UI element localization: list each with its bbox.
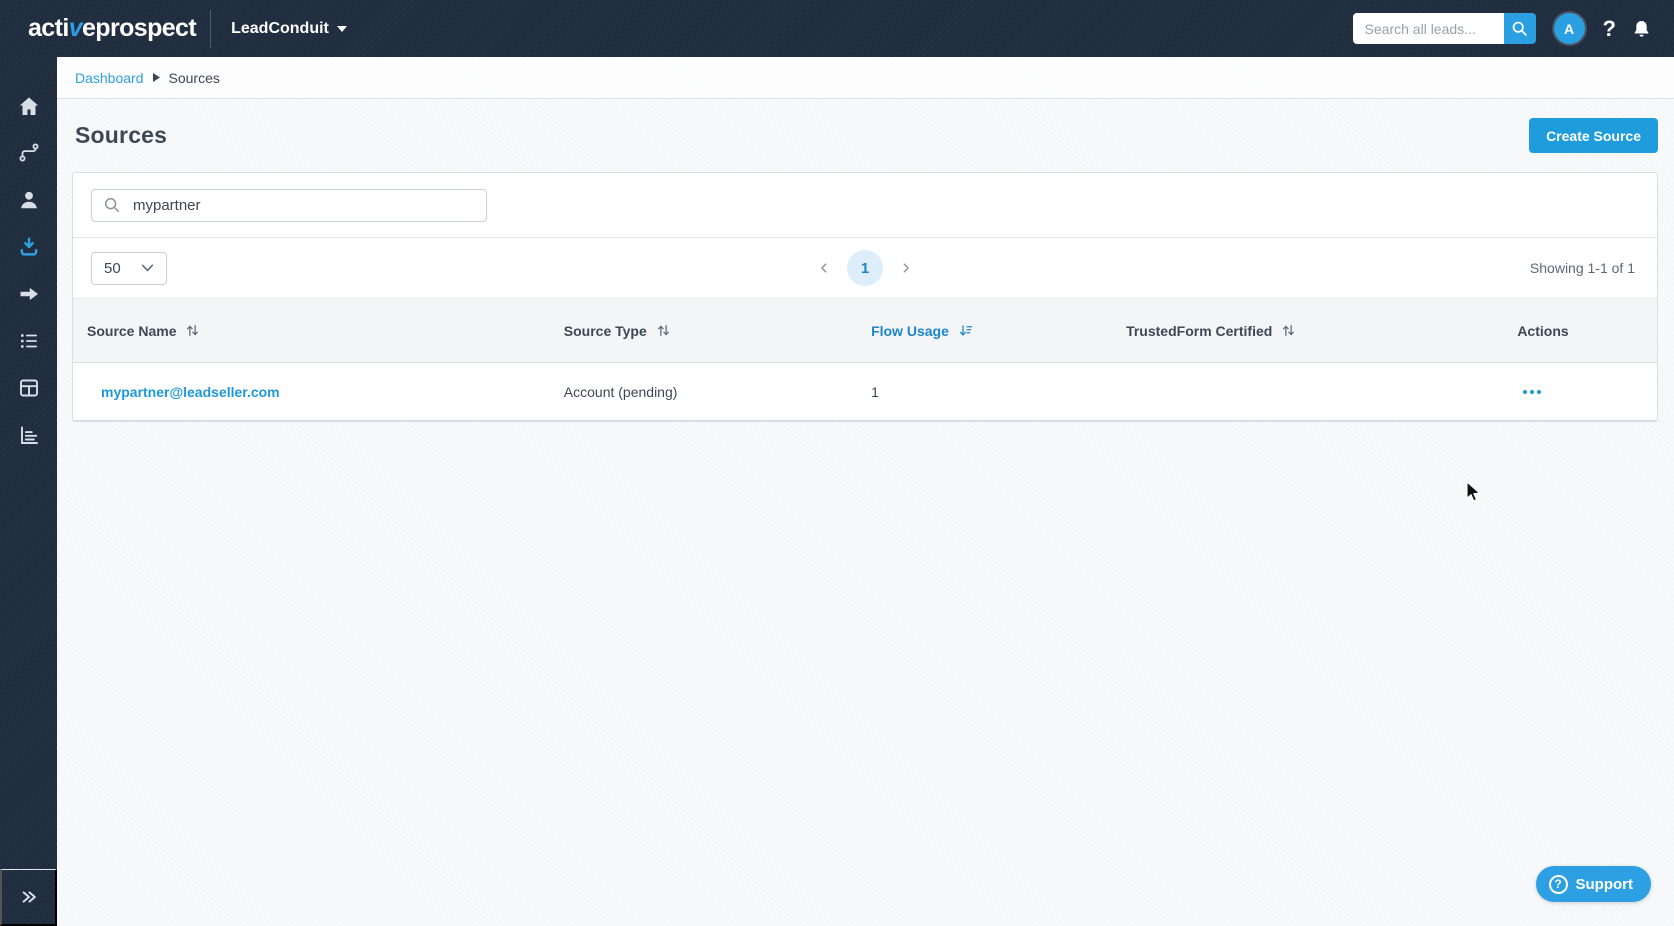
source-search-field [91, 188, 487, 222]
logo-text: acti [28, 14, 69, 42]
topbar-actions: A ? [1352, 13, 1652, 44]
column-header-source-type[interactable]: Source Type [550, 323, 857, 339]
flow-usage-cell: 1 [871, 383, 879, 400]
activeprospect-logo[interactable]: activeprospect [28, 14, 197, 43]
sidebar-item-contacts[interactable] [17, 188, 41, 212]
support-button[interactable]: ? Support [1535, 866, 1651, 902]
chevron-left-icon [821, 263, 827, 273]
sidebar-expand-button[interactable] [0, 869, 57, 926]
sidebar-nav [0, 57, 57, 926]
source-name-link[interactable]: mypartner@leadseller.com [101, 384, 280, 400]
sort-neutral-icon [656, 323, 671, 338]
logo-accent-v: v [68, 14, 83, 42]
sidebar-item-recipients[interactable] [17, 282, 41, 306]
showing-count-text: Showing 1-1 of 1 [1529, 260, 1635, 276]
global-search [1352, 13, 1536, 44]
arrow-right-icon [20, 287, 38, 301]
double-chevron-right-icon [22, 891, 36, 903]
source-type-cell: Account (pending) [563, 383, 678, 400]
question-circle-icon: ? [1548, 874, 1568, 894]
main-content: Dashboard Sources Sources Create Source … [57, 57, 1674, 926]
sidebar-item-home[interactable] [17, 94, 41, 118]
column-label: Source Type [563, 322, 647, 339]
previous-page-button[interactable] [812, 256, 836, 280]
contacts-icon [20, 191, 37, 209]
breadcrumb-separator-icon [152, 73, 160, 82]
create-source-button[interactable]: Create Source [1529, 118, 1658, 153]
support-label: Support [1575, 875, 1634, 893]
help-icon[interactable]: ? [1603, 17, 1616, 40]
flows-icon [19, 143, 38, 162]
top-navbar: activeprospect LeadConduit A ? [0, 0, 1674, 57]
column-header-source-name[interactable]: Source Name [73, 323, 550, 339]
breadcrumb-current: Sources [168, 69, 220, 86]
column-label: Actions [1517, 322, 1569, 339]
sidebar-item-reports[interactable] [17, 423, 41, 447]
avatar[interactable]: A [1553, 13, 1585, 44]
sort-descending-icon [958, 323, 974, 338]
next-page-button[interactable] [894, 256, 918, 280]
sources-card: 50 1 Showing 1-1 of 1 Source Name [72, 172, 1658, 422]
column-header-flow-usage[interactable]: Flow Usage [857, 323, 1112, 339]
actions-cell [1503, 384, 1657, 400]
list-icon [20, 334, 37, 348]
home-icon [19, 97, 38, 115]
logo-text-2: eprospect [82, 14, 197, 42]
table-header: Source Name Source Type Flow Usage Trust… [73, 298, 1657, 363]
breadcrumb: Dashboard Sources [57, 57, 1674, 99]
global-search-input[interactable] [1352, 13, 1504, 44]
sort-neutral-icon [1281, 323, 1296, 338]
card-controls-section: 50 1 Showing 1-1 of 1 [73, 237, 1657, 298]
current-page-button[interactable]: 1 [847, 250, 883, 286]
column-label: TrustedForm Certified [1126, 322, 1273, 339]
sidebar-item-lists[interactable] [17, 329, 41, 353]
sidebar-item-sources[interactable] [17, 235, 41, 259]
topbar-divider [210, 9, 212, 48]
chevron-right-icon [903, 263, 909, 273]
row-actions-ellipsis-icon[interactable] [1523, 384, 1543, 400]
chevron-down-icon [141, 264, 154, 272]
pagination: 1 [812, 250, 918, 286]
source-name-cell: mypartner@leadseller.com [73, 384, 550, 400]
sidebar-items [17, 57, 41, 447]
product-name: LeadConduit [231, 19, 329, 37]
column-label: Source Name [87, 322, 177, 339]
product-switcher[interactable]: LeadConduit [231, 20, 347, 38]
column-header-actions: Actions [1503, 323, 1657, 339]
sort-neutral-icon [185, 323, 200, 338]
page-size-select[interactable]: 50 [91, 251, 167, 285]
table-grid-icon [19, 379, 38, 397]
chart-icon [20, 426, 38, 444]
sidebar-item-tables[interactable] [17, 376, 41, 400]
global-search-button[interactable] [1503, 13, 1536, 44]
column-label: Flow Usage [871, 322, 949, 339]
sidebar-item-flows[interactable] [17, 141, 41, 165]
notifications-bell-icon[interactable] [1631, 18, 1652, 40]
search-icon [104, 197, 120, 213]
column-header-trustedform-certified[interactable]: TrustedForm Certified [1112, 323, 1503, 339]
chevron-down-icon [336, 25, 347, 32]
page-size-value: 50 [104, 259, 121, 277]
page-title: Sources [75, 122, 168, 148]
page-header: Sources Create Source [57, 99, 1674, 172]
card-search-section [73, 173, 1657, 237]
search-icon [1512, 21, 1527, 36]
table-row: mypartner@leadseller.com Account (pendin… [73, 363, 1657, 421]
sources-icon [20, 237, 37, 256]
breadcrumb-dashboard-link[interactable]: Dashboard [75, 70, 144, 86]
source-search-input[interactable] [131, 195, 475, 215]
